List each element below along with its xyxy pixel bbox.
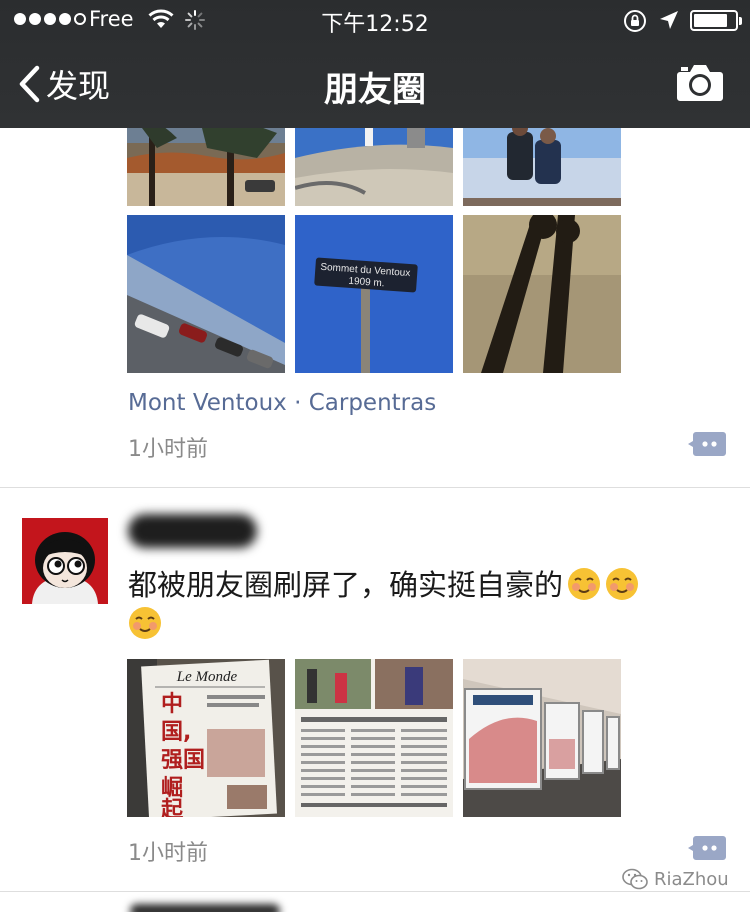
camera-icon [677,65,723,101]
battery-icon [690,10,742,31]
blush-emoji-icon [606,568,639,600]
post-text: 都被朋友圈刷屏了，确实挺自豪的 [128,566,688,644]
camera-button[interactable] [676,62,724,106]
orientation-lock-icon [624,10,646,32]
post-text-content: 都被朋友圈刷屏了，确实挺自豪的 [128,568,564,602]
watermark: RiaZhou [622,868,729,890]
photo-thumbnail[interactable] [127,215,285,373]
user-avatar[interactable] [22,518,108,604]
page-title: 朋友圈 [324,70,426,110]
photo-thumbnail[interactable]: Le Monde 中 国, 强国 崛 起 [127,659,285,817]
next-post-username-redacted [130,904,280,912]
watermark-label: RiaZhou [654,868,729,890]
photo-thumbnail[interactable] [463,659,621,817]
top-bar: Free 下午12:52 发现 朋友圈 [0,0,750,128]
photo-thumbnail[interactable] [295,659,453,817]
newspaper-masthead: Le Monde [176,669,238,685]
post-timestamp: 1小时前 [128,841,208,866]
comment-menu-button[interactable] [688,834,726,862]
photo-thumbnail[interactable]: Sommet du Ventoux 1909 m. [295,215,453,373]
wechat-icon [622,868,648,890]
comment-menu-button[interactable] [688,430,726,458]
post-divider [0,487,750,488]
navigation-bar: 发现 朋友圈 [0,40,750,128]
blush-emoji-icon [568,568,601,600]
status-bar: Free 下午12:52 [0,0,750,40]
post-divider [0,891,750,892]
blush-emoji-icon [129,607,161,639]
location-arrow-icon [660,11,678,29]
svg-text:强国: 强国 [161,748,205,773]
svg-text:中: 中 [161,692,183,717]
post-username-redacted[interactable] [128,514,257,548]
photo-thumbnail[interactable] [463,215,621,373]
post-timestamp: 1小时前 [128,437,208,462]
svg-text:起: 起 [160,798,184,817]
post-location-link[interactable]: Mont Ventoux · Carpentras [128,390,436,416]
svg-text:国,: 国, [161,720,191,745]
